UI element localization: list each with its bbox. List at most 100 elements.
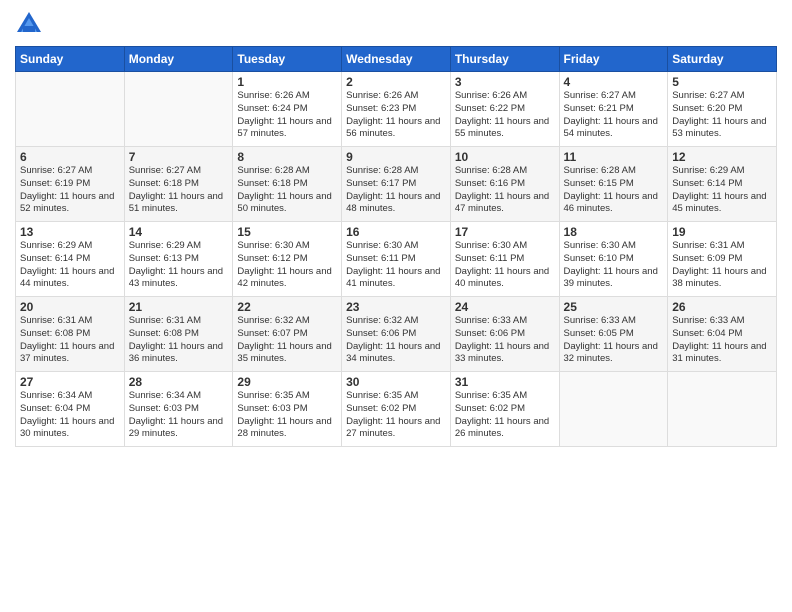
calendar-cell: 6Sunrise: 6:27 AM Sunset: 6:19 PM Daylig… [16,147,125,222]
day-number: 29 [237,375,337,389]
calendar-cell: 16Sunrise: 6:30 AM Sunset: 6:11 PM Dayli… [342,222,451,297]
calendar-header-sunday: Sunday [16,47,125,72]
calendar-week-3: 13Sunrise: 6:29 AM Sunset: 6:14 PM Dayli… [16,222,777,297]
calendar-header-tuesday: Tuesday [233,47,342,72]
day-info: Sunrise: 6:32 AM Sunset: 6:07 PM Dayligh… [237,315,337,366]
day-number: 31 [455,375,555,389]
day-info: Sunrise: 6:28 AM Sunset: 6:18 PM Dayligh… [237,165,337,216]
day-info: Sunrise: 6:26 AM Sunset: 6:23 PM Dayligh… [346,90,446,141]
calendar-header-friday: Friday [559,47,668,72]
calendar-cell [16,72,125,147]
calendar-cell: 18Sunrise: 6:30 AM Sunset: 6:10 PM Dayli… [559,222,668,297]
calendar-cell: 30Sunrise: 6:35 AM Sunset: 6:02 PM Dayli… [342,372,451,447]
day-number: 20 [20,300,120,314]
day-info: Sunrise: 6:29 AM Sunset: 6:14 PM Dayligh… [20,240,120,291]
day-number: 11 [564,150,664,164]
day-info: Sunrise: 6:33 AM Sunset: 6:04 PM Dayligh… [672,315,772,366]
calendar-cell: 2Sunrise: 6:26 AM Sunset: 6:23 PM Daylig… [342,72,451,147]
calendar-cell: 26Sunrise: 6:33 AM Sunset: 6:04 PM Dayli… [668,297,777,372]
logo [15,10,47,38]
day-info: Sunrise: 6:29 AM Sunset: 6:13 PM Dayligh… [129,240,229,291]
calendar-cell: 13Sunrise: 6:29 AM Sunset: 6:14 PM Dayli… [16,222,125,297]
day-info: Sunrise: 6:28 AM Sunset: 6:15 PM Dayligh… [564,165,664,216]
day-number: 18 [564,225,664,239]
calendar-week-5: 27Sunrise: 6:34 AM Sunset: 6:04 PM Dayli… [16,372,777,447]
day-info: Sunrise: 6:30 AM Sunset: 6:12 PM Dayligh… [237,240,337,291]
calendar-cell: 1Sunrise: 6:26 AM Sunset: 6:24 PM Daylig… [233,72,342,147]
day-number: 27 [20,375,120,389]
calendar-header-saturday: Saturday [668,47,777,72]
day-info: Sunrise: 6:33 AM Sunset: 6:06 PM Dayligh… [455,315,555,366]
calendar-cell [668,372,777,447]
day-number: 2 [346,75,446,89]
calendar-header-wednesday: Wednesday [342,47,451,72]
day-info: Sunrise: 6:26 AM Sunset: 6:24 PM Dayligh… [237,90,337,141]
calendar-cell: 29Sunrise: 6:35 AM Sunset: 6:03 PM Dayli… [233,372,342,447]
day-number: 8 [237,150,337,164]
day-info: Sunrise: 6:31 AM Sunset: 6:08 PM Dayligh… [20,315,120,366]
calendar-cell: 21Sunrise: 6:31 AM Sunset: 6:08 PM Dayli… [124,297,233,372]
calendar-cell: 19Sunrise: 6:31 AM Sunset: 6:09 PM Dayli… [668,222,777,297]
calendar-cell: 22Sunrise: 6:32 AM Sunset: 6:07 PM Dayli… [233,297,342,372]
calendar-cell: 25Sunrise: 6:33 AM Sunset: 6:05 PM Dayli… [559,297,668,372]
calendar-cell: 12Sunrise: 6:29 AM Sunset: 6:14 PM Dayli… [668,147,777,222]
day-info: Sunrise: 6:31 AM Sunset: 6:08 PM Dayligh… [129,315,229,366]
calendar: SundayMondayTuesdayWednesdayThursdayFrid… [15,46,777,447]
day-info: Sunrise: 6:26 AM Sunset: 6:22 PM Dayligh… [455,90,555,141]
day-number: 1 [237,75,337,89]
calendar-cell: 4Sunrise: 6:27 AM Sunset: 6:21 PM Daylig… [559,72,668,147]
day-number: 12 [672,150,772,164]
calendar-cell: 23Sunrise: 6:32 AM Sunset: 6:06 PM Dayli… [342,297,451,372]
logo-icon [15,10,43,38]
calendar-cell: 5Sunrise: 6:27 AM Sunset: 6:20 PM Daylig… [668,72,777,147]
day-number: 26 [672,300,772,314]
calendar-cell: 10Sunrise: 6:28 AM Sunset: 6:16 PM Dayli… [450,147,559,222]
calendar-cell: 14Sunrise: 6:29 AM Sunset: 6:13 PM Dayli… [124,222,233,297]
day-number: 10 [455,150,555,164]
day-number: 25 [564,300,664,314]
day-info: Sunrise: 6:31 AM Sunset: 6:09 PM Dayligh… [672,240,772,291]
calendar-cell: 15Sunrise: 6:30 AM Sunset: 6:12 PM Dayli… [233,222,342,297]
page: SundayMondayTuesdayWednesdayThursdayFrid… [0,0,792,612]
day-number: 17 [455,225,555,239]
day-info: Sunrise: 6:30 AM Sunset: 6:11 PM Dayligh… [346,240,446,291]
day-info: Sunrise: 6:34 AM Sunset: 6:03 PM Dayligh… [129,390,229,441]
calendar-header-thursday: Thursday [450,47,559,72]
day-number: 6 [20,150,120,164]
day-info: Sunrise: 6:30 AM Sunset: 6:11 PM Dayligh… [455,240,555,291]
calendar-header-row: SundayMondayTuesdayWednesdayThursdayFrid… [16,47,777,72]
day-info: Sunrise: 6:33 AM Sunset: 6:05 PM Dayligh… [564,315,664,366]
day-info: Sunrise: 6:28 AM Sunset: 6:16 PM Dayligh… [455,165,555,216]
calendar-header-monday: Monday [124,47,233,72]
day-info: Sunrise: 6:27 AM Sunset: 6:18 PM Dayligh… [129,165,229,216]
day-number: 14 [129,225,229,239]
day-number: 13 [20,225,120,239]
calendar-week-4: 20Sunrise: 6:31 AM Sunset: 6:08 PM Dayli… [16,297,777,372]
day-number: 15 [237,225,337,239]
day-info: Sunrise: 6:30 AM Sunset: 6:10 PM Dayligh… [564,240,664,291]
day-info: Sunrise: 6:27 AM Sunset: 6:19 PM Dayligh… [20,165,120,216]
day-info: Sunrise: 6:29 AM Sunset: 6:14 PM Dayligh… [672,165,772,216]
day-number: 3 [455,75,555,89]
day-info: Sunrise: 6:35 AM Sunset: 6:02 PM Dayligh… [455,390,555,441]
calendar-cell: 27Sunrise: 6:34 AM Sunset: 6:04 PM Dayli… [16,372,125,447]
calendar-cell [559,372,668,447]
day-number: 22 [237,300,337,314]
day-info: Sunrise: 6:34 AM Sunset: 6:04 PM Dayligh… [20,390,120,441]
calendar-cell: 7Sunrise: 6:27 AM Sunset: 6:18 PM Daylig… [124,147,233,222]
day-number: 19 [672,225,772,239]
calendar-cell: 20Sunrise: 6:31 AM Sunset: 6:08 PM Dayli… [16,297,125,372]
day-info: Sunrise: 6:28 AM Sunset: 6:17 PM Dayligh… [346,165,446,216]
header [15,10,777,38]
day-info: Sunrise: 6:35 AM Sunset: 6:02 PM Dayligh… [346,390,446,441]
day-number: 28 [129,375,229,389]
day-number: 21 [129,300,229,314]
day-number: 5 [672,75,772,89]
day-info: Sunrise: 6:27 AM Sunset: 6:21 PM Dayligh… [564,90,664,141]
calendar-cell: 28Sunrise: 6:34 AM Sunset: 6:03 PM Dayli… [124,372,233,447]
day-number: 7 [129,150,229,164]
day-number: 16 [346,225,446,239]
calendar-cell: 3Sunrise: 6:26 AM Sunset: 6:22 PM Daylig… [450,72,559,147]
day-number: 23 [346,300,446,314]
calendar-cell: 9Sunrise: 6:28 AM Sunset: 6:17 PM Daylig… [342,147,451,222]
